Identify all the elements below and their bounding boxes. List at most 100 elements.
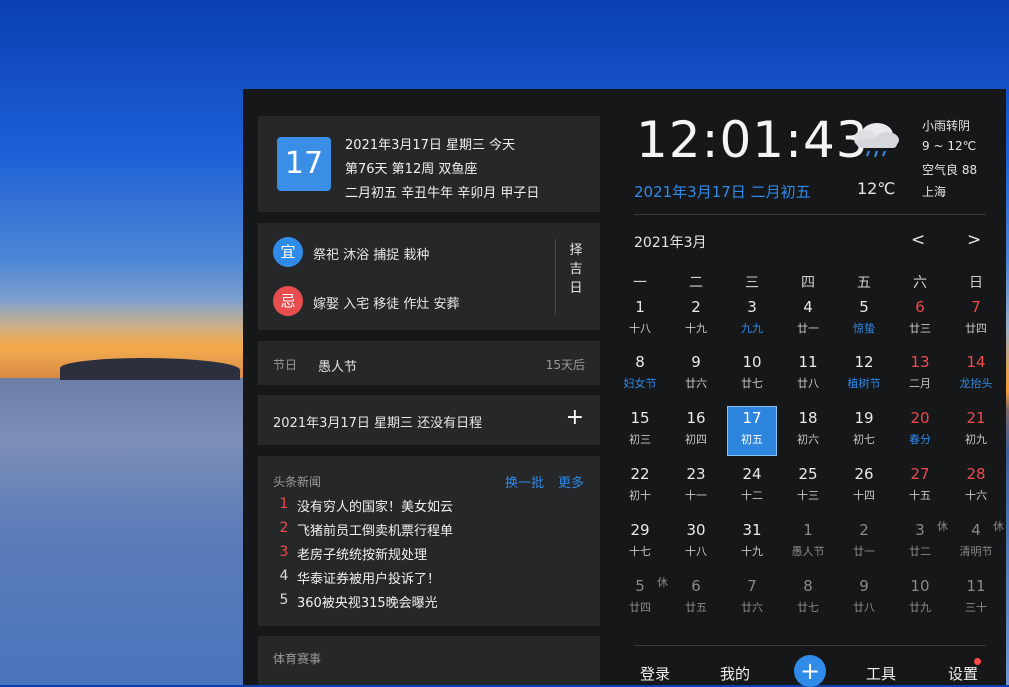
day-number: 11: [798, 353, 818, 371]
calendar-day[interactable]: 1 愚人节: [784, 519, 832, 567]
calendar-day[interactable]: 15 初三: [616, 407, 664, 455]
ji-badge: 忌: [273, 286, 303, 316]
day-number: 13: [910, 353, 930, 371]
calendar-day[interactable]: 10 廿九: [896, 575, 944, 623]
day-number: 1: [635, 298, 645, 316]
sports-card[interactable]: 体育赛事: [258, 636, 600, 685]
calendar-day[interactable]: 11 廿八: [784, 351, 832, 399]
calendar-day[interactable]: 20 春分: [896, 407, 944, 455]
tools-button[interactable]: 工具: [866, 663, 896, 684]
lunar-label: 廿六: [685, 377, 707, 390]
calendar-day[interactable]: 8 廿七: [784, 575, 832, 623]
lunar-label: 十九: [741, 545, 763, 558]
day-number: 9: [691, 353, 701, 371]
yi-text: 祭祀 沐浴 捕捉 栽种: [313, 248, 430, 263]
calendar-day[interactable]: 28 十六: [952, 463, 1000, 511]
zeji-button[interactable]: 择 吉 日: [565, 241, 587, 298]
calendar-day[interactable]: 31 十九: [728, 519, 776, 567]
lunar-label: 初七: [853, 433, 875, 446]
calendar-day[interactable]: 6 廿五: [672, 575, 720, 623]
calendar-day[interactable]: 21 初九: [952, 407, 1000, 455]
lunar-label: 清明节: [959, 545, 993, 558]
day-number: 2: [691, 298, 701, 316]
calendar-day[interactable]: 24 十二: [728, 463, 776, 511]
weather-widget[interactable]: 12℃ 小雨转阴 9 ~ 12℃ 空气良 88 上海: [843, 109, 1003, 209]
holiday-tag: 休: [937, 520, 948, 533]
lunar-label: 十三: [797, 489, 819, 502]
lunar-label: 十五: [909, 489, 931, 502]
weather-city: 上海: [922, 185, 947, 199]
calendar-day[interactable]: 5 廿四休: [616, 575, 668, 623]
calendar-day[interactable]: 5 惊蛰: [840, 296, 888, 344]
schedule-text: 2021年3月17日 星期三 还没有日程: [273, 416, 483, 431]
calendar-day[interactable]: 12 植树节: [840, 351, 888, 399]
calendar-day[interactable]: 3 廿二休: [896, 519, 948, 567]
calendar-day[interactable]: 9 廿六: [672, 351, 720, 399]
day-number: 7: [747, 577, 757, 595]
header-divider: [634, 214, 986, 215]
calendar-day[interactable]: 6 廿三: [896, 296, 944, 344]
calendar-day[interactable]: 1 十八: [616, 296, 664, 344]
lunar-label: 十八: [629, 322, 651, 335]
calendar-day[interactable]: 10 廿七: [728, 351, 776, 399]
calendar-day[interactable]: 2 廿一: [840, 519, 888, 567]
festival-card[interactable]: 节日 愚人节 15天后: [258, 341, 600, 385]
lunar-label: 廿三: [909, 322, 931, 335]
calendar-day[interactable]: 14 龙抬头: [952, 351, 1000, 399]
calendar-day[interactable]: 16 初四: [672, 407, 720, 455]
calendar-day-today[interactable]: 17 初五: [727, 406, 777, 456]
add-schedule-button[interactable]: +: [566, 405, 584, 430]
news-more-link[interactable]: 更多: [558, 472, 584, 491]
calendar-day[interactable]: 11 三十: [952, 575, 1000, 623]
lunar-label: 十四: [853, 489, 875, 502]
news-item[interactable]: 5 360被央视315晚会曝光: [258, 592, 600, 614]
day-number: 10: [910, 577, 930, 595]
news-headline: 没有穷人的国家！美女如云: [297, 500, 454, 515]
calendar-day[interactable]: 7 廿四: [952, 296, 1000, 344]
login-button[interactable]: 登录: [640, 663, 670, 684]
calendar-day[interactable]: 8 妇女节: [616, 351, 664, 399]
lunar-label: 十七: [629, 545, 651, 558]
calendar-day[interactable]: 4 清明节休: [952, 519, 1005, 567]
next-month-button[interactable]: >: [967, 230, 981, 250]
news-item[interactable]: 2 飞猪前员工倒卖机票行程单: [258, 520, 600, 542]
zeji-char: 日: [569, 281, 583, 296]
news-item[interactable]: 1 没有穷人的国家！美女如云: [258, 496, 600, 518]
news-item[interactable]: 3 老房子统统按新规处理: [258, 544, 600, 566]
calendar-day[interactable]: 25 十三: [784, 463, 832, 511]
calendar-day[interactable]: 27 十五: [896, 463, 944, 511]
calendar-day[interactable]: 26 十四: [840, 463, 888, 511]
calendar-day[interactable]: 7 廿六: [728, 575, 776, 623]
calendar-day[interactable]: 19 初七: [840, 407, 888, 455]
lunar-label: 妇女节: [623, 377, 657, 390]
calendar-day[interactable]: 30 十八: [672, 519, 720, 567]
calendar-day[interactable]: 4 廿一: [784, 296, 832, 344]
news-headline: 华泰证券被用户投诉了！: [297, 572, 441, 587]
calendar-day[interactable]: 9 廿八: [840, 575, 888, 623]
day-number: 26: [854, 465, 874, 483]
lunar-label: 廿一: [853, 545, 875, 558]
calendar-day[interactable]: 2 十九: [672, 296, 720, 344]
add-button[interactable]: +: [794, 655, 826, 687]
calendar-day[interactable]: 13 二月: [896, 351, 944, 399]
calendar-widget-panel: 17 2021年3月17日 星期三 今天 第76天 第12周 双鱼座 二月初五 …: [243, 89, 1006, 687]
holiday-tag: 休: [657, 576, 668, 589]
lunar-label: 廿四: [629, 601, 651, 614]
day-number: 2: [859, 521, 869, 539]
settings-button[interactable]: 设置: [948, 663, 978, 684]
day-number: 9: [859, 577, 869, 595]
lunar-label: 十八: [685, 545, 707, 558]
day-number: 10: [742, 353, 762, 371]
calendar-day[interactable]: 18 初六: [784, 407, 832, 455]
calendar-day[interactable]: 29 十七: [616, 519, 664, 567]
mine-button[interactable]: 我的: [720, 663, 750, 684]
news-refresh-link[interactable]: 换一批: [505, 472, 544, 491]
news-item[interactable]: 4 华泰证券被用户投诉了！: [258, 568, 600, 590]
calendar-day[interactable]: 3 九九: [728, 296, 776, 344]
wallpaper-island: [60, 358, 240, 380]
calendar-day[interactable]: 23 十一: [672, 463, 720, 511]
festival-label: 节日: [273, 358, 298, 372]
prev-month-button[interactable]: <: [911, 230, 925, 250]
calendar-day[interactable]: 22 初十: [616, 463, 664, 511]
news-rank: 4: [279, 568, 289, 584]
